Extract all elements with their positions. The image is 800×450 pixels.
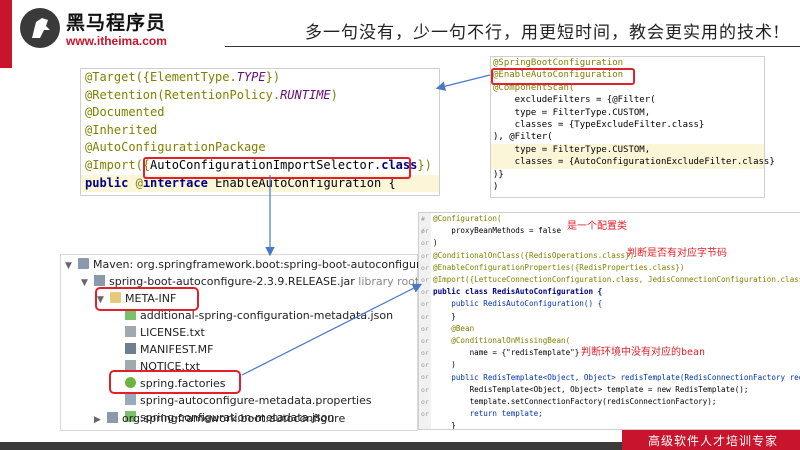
spring-factories-highlight (109, 370, 241, 394)
brand-logo: 黑马程序员 www.itheima.com (20, 6, 220, 54)
code-line: @Bean (433, 323, 475, 333)
tree-label: org.springframework.boot.autoconfigure (122, 412, 346, 425)
code-line: classes = {AutoConfigurationExcludeFilte… (491, 156, 775, 169)
horse-logo-icon (20, 8, 60, 48)
footer-slogan: 高级软件人才培训专家 (648, 434, 779, 448)
note-config-class: 是一个配置类 (567, 221, 627, 232)
gutter-mark: or (421, 239, 429, 248)
code-body: @Configuration( proxyBeanMethods = false… (433, 213, 800, 430)
gutter-mark: or (421, 410, 429, 418)
tree-label: spring-autoconfigure-metadata.properties (140, 394, 372, 407)
tree-file[interactable]: LICENSE.txt (125, 325, 205, 341)
gutter-mark: or (421, 275, 429, 284)
project-tree: ▼ Maven: org.springframework.boot:spring-… (60, 254, 483, 431)
code-line: RedisTemplate<Object, Object> template =… (433, 384, 749, 394)
jar-icon (94, 275, 105, 286)
import-selector-highlight (143, 157, 411, 179)
code-line: ), @Filter( (493, 132, 553, 143)
code-line: excludeFilters = {@Filter( (493, 95, 656, 106)
gutter-mark: or (421, 288, 429, 297)
gutter-mark: # / (421, 215, 425, 236)
code-line: @ConditionalOnMissingBean( (433, 336, 571, 346)
enable-auto-config-highlight (491, 68, 635, 85)
text-file-icon (125, 326, 136, 337)
tree-label: MANIFEST.MF (140, 343, 214, 356)
logo-title: 黑马程序员 (66, 12, 167, 34)
code-line: public RedisTemplate<Object, Object> red… (433, 372, 800, 382)
slogan: 多一句没有，少一句不行，用更短时间，教会更实用的技术! (305, 23, 781, 43)
gutter-mark: or (421, 227, 429, 236)
arrow-enable-to-definition (435, 74, 491, 91)
tree-node-package[interactable]: ▶ org.springframework.boot.autoconfigure (94, 412, 345, 425)
gutter-mark: or (421, 397, 429, 406)
springboot-application-code: @SpringBootConfiguration @EnableAutoConf… (490, 56, 775, 198)
gutter-mark: or (421, 263, 429, 272)
gutter-mark: or (421, 349, 429, 358)
gutter-mark: or (421, 324, 429, 333)
code-gutter: # / or or or or or or or or or or or or … (419, 213, 431, 429)
code-line: @Inherited (85, 122, 158, 137)
code-line: @Target({ElementType.TYPE}) (85, 70, 281, 84)
chevron-down-icon[interactable]: ▼ (65, 258, 75, 274)
left-accent-block (0, 52, 12, 68)
code-line: ) (433, 238, 438, 248)
manifest-file-icon (125, 343, 136, 354)
code-line: )} (493, 169, 504, 180)
code-line: public class RedisAutoConfiguration { (433, 287, 603, 297)
code-line: ) (493, 182, 499, 193)
gutter-mark: or (421, 300, 429, 309)
gutter-mark: or (421, 251, 429, 260)
gutter-mark: or (421, 385, 429, 394)
code-line: return template; (433, 409, 543, 419)
code-line: @EnableConfigurationProperties({RedisPro… (433, 262, 685, 272)
code-line: type = FilterType.CUSTOM, (493, 107, 651, 118)
code-line: @ConditionalOnClass({RedisOperations.cla… (433, 250, 635, 260)
code-line: type = FilterType.CUSTOM, (491, 143, 764, 157)
gutter-mark: or (421, 361, 429, 370)
code-line: @AutoConfigurationPackage (85, 140, 266, 155)
package-icon (107, 412, 118, 423)
redis-auto-configuration-code: # / or or or or or or or or or or or or … (418, 212, 800, 430)
tree-file[interactable]: MANIFEST.MF (125, 342, 213, 358)
code-line: @Retention(RetentionPolicy.RUNTIME) (85, 87, 338, 102)
code-line: ) (433, 360, 456, 370)
code-line: } (433, 421, 456, 430)
tree-suffix: library root (358, 275, 420, 288)
code-line: @Import({LettuceConnectionConfiguration.… (433, 275, 800, 285)
code-line: template.setConnectionFactory(redisConne… (433, 397, 717, 407)
note-bean-check: 判断环境中没有对应的bean (581, 347, 706, 358)
code-line: public RedisAutoConfiguration() { (433, 299, 603, 309)
meta-inf-highlight (95, 287, 199, 311)
code-line: classes = {TypeExcludeFilter.class} (493, 120, 705, 131)
tree-file[interactable]: spring-autoconfigure-metadata.properties (125, 393, 372, 409)
library-icon (78, 258, 89, 269)
note-class-check: 判断是否有对应字节码 (627, 248, 727, 259)
properties-file-icon (125, 394, 136, 405)
code-line: } (433, 311, 456, 321)
logo-url: www.itheima.com (66, 34, 167, 48)
gutter-mark: or (421, 373, 429, 382)
code-line: @Documented (85, 105, 165, 120)
gutter-mark: or (421, 312, 429, 321)
gutter-mark: or (421, 336, 429, 345)
chevron-down-icon[interactable]: ▼ (81, 275, 91, 291)
chevron-right-icon[interactable]: ▶ (94, 415, 104, 425)
header-divider (225, 46, 800, 47)
enable-auto-configuration-code: @Target({ElementType.TYPE}) @Retention(R… (80, 68, 440, 196)
tree-label: LICENSE.txt (140, 326, 205, 339)
